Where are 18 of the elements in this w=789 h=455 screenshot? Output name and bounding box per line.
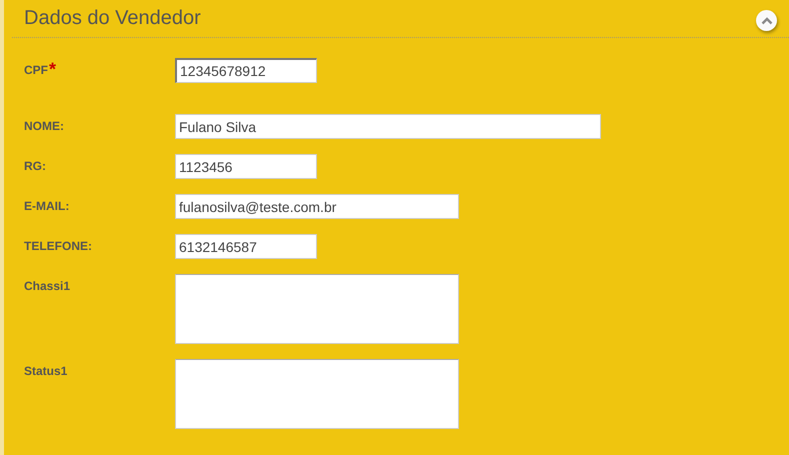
field-label: Status1	[24, 364, 68, 378]
input-field[interactable]: 6132146587	[175, 234, 317, 259]
field-label: NOME:	[24, 119, 64, 133]
text-area[interactable]	[175, 359, 459, 429]
text-area[interactable]	[175, 274, 459, 344]
field-label: RG:	[24, 159, 46, 173]
collapse-button[interactable]	[756, 10, 777, 31]
input-field[interactable]: fulanosilva@teste.com.br	[175, 194, 459, 219]
required-mark: *	[49, 63, 56, 75]
input-field[interactable]: Fulano Silva	[175, 114, 601, 139]
input-field[interactable]: 12345678912	[175, 58, 317, 83]
field-label: Chassi1	[24, 279, 70, 293]
field-label: E-MAIL:	[24, 199, 70, 213]
field-label: TELEFONE:	[24, 239, 92, 253]
chevron-up-icon	[760, 16, 772, 24]
section-title: Dados do Vendedor	[24, 7, 201, 30]
field-label: CPF	[24, 63, 48, 77]
input-field[interactable]: 1123456	[175, 154, 317, 179]
